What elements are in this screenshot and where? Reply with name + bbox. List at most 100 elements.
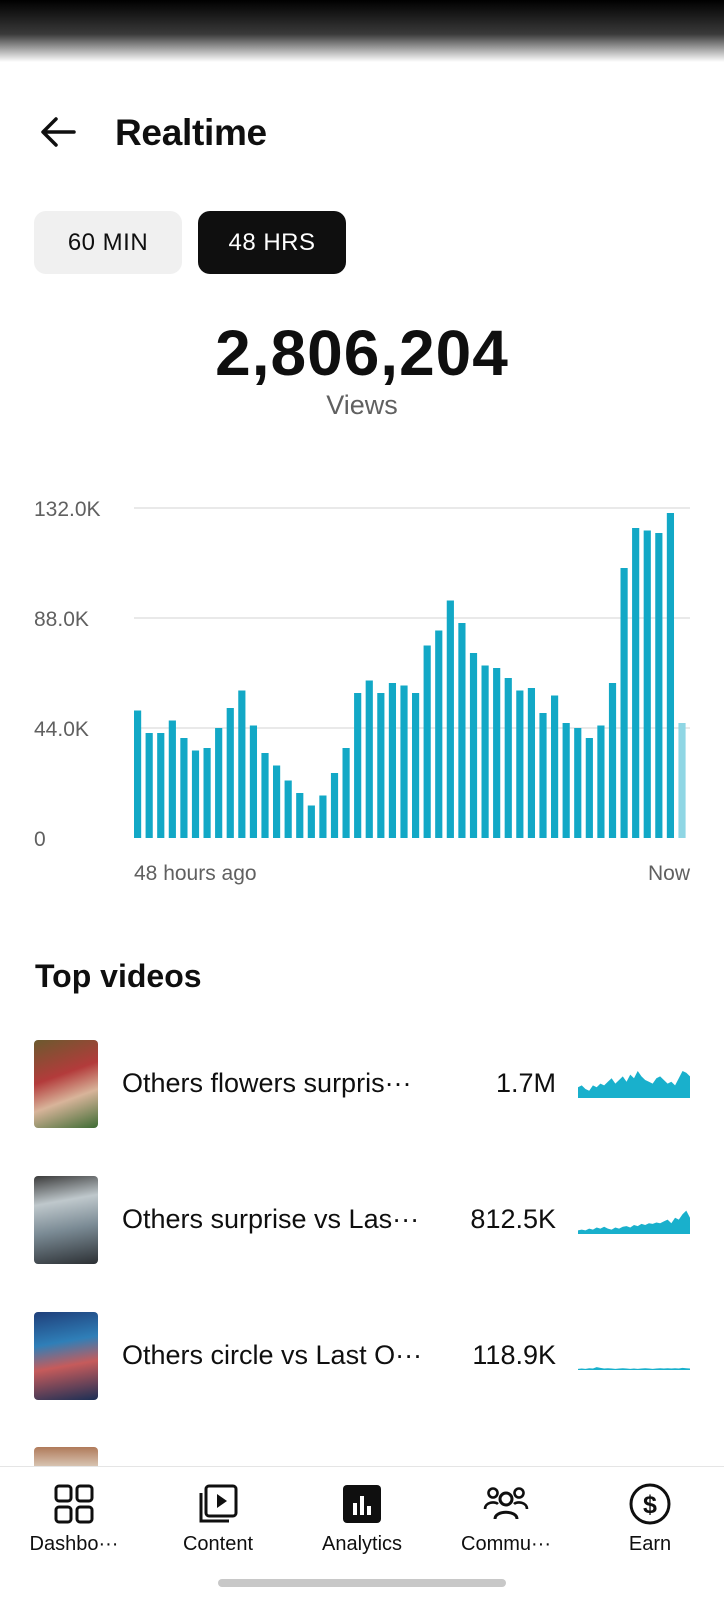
chart-bar[interactable]: [527, 688, 536, 838]
chart-bar[interactable]: [539, 713, 547, 838]
chart-bar[interactable]: [504, 678, 512, 838]
nav-label: Dashbo···: [29, 1533, 119, 1555]
back-button[interactable]: [36, 110, 80, 154]
y-tick-label: 44.0K: [34, 718, 89, 741]
video-thumbnail: [34, 1312, 98, 1400]
chart-bar[interactable]: [307, 805, 315, 839]
video-views: 118.9K: [472, 1340, 556, 1370]
header: Realtime: [0, 100, 724, 164]
chart-bar[interactable]: [261, 753, 269, 838]
nav-label: Earn: [628, 1533, 672, 1555]
range-60-min-button[interactable]: 60 MIN: [34, 211, 182, 274]
chart-bar[interactable]: [458, 623, 466, 838]
chart-bar[interactable]: [446, 600, 454, 839]
video-title: Others flowers surpris···: [122, 1068, 412, 1098]
chart-bar[interactable]: [655, 533, 663, 838]
dashboard-icon: [54, 1484, 94, 1524]
range-48-hrs-button[interactable]: 48 HRS: [198, 211, 346, 274]
chart-bar[interactable]: [191, 750, 200, 839]
chart-bar[interactable]: [643, 530, 651, 839]
status-bar: [0, 0, 724, 62]
chart-bar[interactable]: [296, 793, 304, 838]
svg-text:$: $: [643, 1491, 657, 1519]
chart-bar[interactable]: [435, 630, 443, 839]
chart-bar[interactable]: [666, 513, 675, 838]
content-play-icon: [199, 1484, 238, 1523]
chart-bar[interactable]: [493, 668, 501, 838]
nav-item-dashboard[interactable]: Dashbo···: [4, 1481, 144, 1557]
chart-bar[interactable]: [400, 685, 408, 839]
video-thumbnail: [34, 1176, 98, 1264]
chart-bar[interactable]: [273, 765, 281, 839]
chart-bar[interactable]: [388, 683, 397, 838]
chart-bar[interactable]: [215, 728, 223, 838]
video-views: 812.5K: [470, 1204, 556, 1234]
chart-bar[interactable]: [481, 665, 489, 839]
top-videos-heading: Top videos: [35, 958, 202, 994]
chart-bar[interactable]: [365, 680, 373, 839]
chart-bar[interactable]: [469, 653, 478, 838]
video-row-2[interactable]: Others surprise vs Las··· 812.5K: [0, 1172, 724, 1264]
y-tick-label: 88.0K: [34, 608, 89, 631]
nav-item-community[interactable]: Commu···: [436, 1481, 576, 1557]
views-bar-chart: 132.0K 88.0K 44.0K 0 48 hours ago Now: [0, 490, 724, 890]
video-sparkline: [578, 1367, 690, 1370]
x-start-label: 48 hours ago: [134, 862, 257, 885]
chart-bar[interactable]: [632, 528, 640, 838]
analytics-icon: [343, 1485, 381, 1523]
chart-bar[interactable]: [249, 725, 258, 839]
chart-bar[interactable]: [354, 693, 362, 838]
chart-bar[interactable]: [319, 795, 327, 839]
total-views-label: Views: [326, 390, 398, 420]
chart-bar[interactable]: [574, 728, 582, 838]
x-end-label: Now: [648, 862, 691, 885]
chart-bar[interactable]: [203, 748, 211, 838]
dollar-icon: $: [629, 1483, 671, 1525]
chart-bar[interactable]: [377, 693, 385, 838]
sparkline-area: [578, 1367, 690, 1370]
y-tick-label: 132.0K: [34, 498, 101, 521]
video-row-1[interactable]: Others flowers surpris··· 1.7M: [0, 1036, 724, 1128]
nav-label: Commu···: [461, 1533, 551, 1555]
sparkline-area: [578, 1210, 690, 1234]
chart-bar[interactable]: [597, 725, 605, 839]
nav-item-analytics[interactable]: Analytics: [292, 1481, 432, 1557]
video-thumbnail-partial[interactable]: [34, 1447, 98, 1467]
chart-bar[interactable]: [157, 733, 165, 838]
chart-bar[interactable]: [620, 568, 628, 838]
chart-bar[interactable]: [423, 645, 431, 839]
chart-bar[interactable]: [585, 738, 593, 838]
chart-bar[interactable]: [134, 710, 142, 839]
video-title: Others surprise vs Las···: [122, 1204, 420, 1234]
nav-label: Analytics: [321, 1533, 403, 1555]
chart-bar[interactable]: [180, 738, 188, 838]
home-indicator: [218, 1579, 506, 1587]
chart-bar[interactable]: [168, 720, 176, 839]
video-title: Others circle vs Last O···: [122, 1340, 423, 1370]
chart-bar[interactable]: [238, 690, 246, 839]
nav-item-earn[interactable]: $ Earn: [580, 1481, 720, 1557]
chart-bar[interactable]: [516, 690, 524, 839]
chart-bar[interactable]: [562, 723, 570, 838]
chart-svg: 132.0K 88.0K 44.0K 0 48 hours ago Now: [34, 498, 691, 885]
community-icon: [483, 1487, 529, 1520]
chart-bar[interactable]: [284, 780, 292, 839]
total-views-value: 2,806,204: [215, 317, 509, 389]
video-row-3[interactable]: Others circle vs Last O··· 118.9K: [0, 1308, 724, 1400]
sparkline-area: [578, 1071, 690, 1098]
page-title: Realtime: [115, 112, 267, 153]
chart-bar[interactable]: [342, 748, 350, 838]
chart-bar[interactable]: [145, 733, 153, 838]
chart-bar[interactable]: [412, 693, 420, 838]
chart-bar[interactable]: [678, 723, 686, 838]
video-sparkline: [578, 1210, 690, 1234]
nav-label: Content: [182, 1533, 254, 1555]
nav-item-content[interactable]: Content: [148, 1481, 288, 1557]
y-tick-label: 0: [34, 828, 46, 851]
chart-bar[interactable]: [551, 695, 559, 839]
chart-bar[interactable]: [330, 773, 339, 838]
chart-bar[interactable]: [608, 683, 617, 838]
chart-bar[interactable]: [226, 708, 234, 838]
video-views: 1.7M: [495, 1068, 556, 1098]
video-thumbnail: [34, 1040, 98, 1128]
